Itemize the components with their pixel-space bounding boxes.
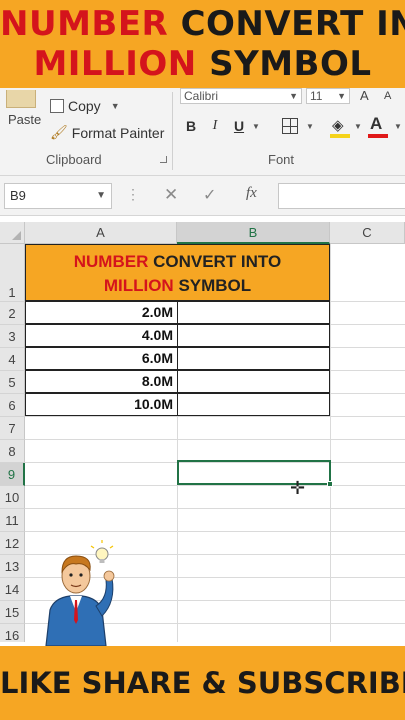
row-header-2[interactable]: 2	[0, 302, 25, 325]
row-header-14[interactable]: 14	[0, 578, 25, 601]
font-name-value: Calibri	[184, 89, 219, 103]
gridline	[25, 531, 405, 532]
cell-b5[interactable]	[177, 370, 330, 393]
cell-a3[interactable]: 4.0M	[25, 324, 178, 347]
row-header-13[interactable]: 13	[0, 555, 25, 578]
fill-handle[interactable]	[327, 481, 333, 487]
font-color-icon[interactable]: A	[370, 114, 382, 134]
insert-function-button[interactable]: fx	[246, 185, 257, 202]
fill-color-swatch	[330, 134, 350, 138]
row-header-4[interactable]: 4	[0, 348, 25, 371]
title-symbol: SYMBOL	[209, 44, 372, 84]
italic-button[interactable]: I	[206, 118, 224, 134]
chevron-down-icon[interactable]: ▼	[96, 184, 106, 208]
cell-b6[interactable]	[177, 393, 330, 416]
title-line-2: MILLION SYMBOL	[0, 44, 405, 84]
more-icon[interactable]: ⋮	[126, 186, 140, 203]
selected-cell-b9[interactable]	[177, 460, 331, 485]
clipboard-group-label: Clipboard	[46, 152, 102, 167]
row-header-5[interactable]: 5	[0, 371, 25, 394]
cell-b4[interactable]	[177, 347, 330, 370]
chevron-down-icon[interactable]: ▼	[306, 122, 314, 131]
header-symbol: SYMBOL	[178, 276, 252, 295]
chevron-down-icon[interactable]: ▼	[394, 122, 402, 131]
cancel-icon[interactable]: ✕	[164, 185, 178, 205]
title-convert-in: CONVERT IN	[180, 4, 405, 44]
cell-a4[interactable]: 6.0M	[25, 347, 178, 370]
select-all-button[interactable]	[0, 222, 25, 244]
name-box-value: B9	[10, 188, 26, 203]
header-convert-into: CONVERT INTO	[153, 252, 282, 271]
formula-bar: B9 ▼ ⋮ ✕ ✓ fx	[0, 176, 405, 216]
row-header-1[interactable]: 1	[0, 244, 25, 302]
name-box[interactable]: B9 ▼	[4, 183, 112, 209]
row-header-3[interactable]: 3	[0, 325, 25, 348]
fill-color-icon[interactable]: ◈	[332, 116, 344, 134]
header-line-1: NUMBER CONVERT INTO	[26, 250, 329, 274]
paste-icon[interactable]	[6, 90, 36, 108]
cell-b3[interactable]	[177, 324, 330, 347]
formula-input[interactable]	[278, 183, 405, 209]
ribbon-divider	[172, 92, 173, 170]
gridline	[25, 416, 405, 417]
cell-a6[interactable]: 10.0M	[25, 393, 178, 416]
subscribe-text: LIKE SHARE & SUBSCRIBE	[0, 666, 405, 700]
chevron-down-icon[interactable]: ▼	[252, 122, 260, 131]
header-line-2: MILLION SYMBOL	[26, 274, 329, 298]
row-header-7[interactable]: 7	[0, 417, 25, 440]
title-banner: NUMBER CONVERT IN MILLION SYMBOL	[0, 0, 405, 88]
title-line-1: NUMBER CONVERT IN	[0, 4, 405, 44]
font-name-select[interactable]: Calibri ▼	[180, 88, 302, 104]
gridline	[330, 244, 331, 642]
row-header-12[interactable]: 12	[0, 532, 25, 555]
paste-button[interactable]: Paste	[8, 112, 41, 127]
column-header-c[interactable]: C	[330, 222, 405, 244]
column-header-b[interactable]: B	[177, 222, 330, 244]
font-size-select[interactable]: 11 ▼	[306, 88, 350, 104]
cell-cursor-icon: ✛	[290, 478, 306, 498]
column-header-a[interactable]: A	[25, 222, 177, 244]
font-group-label: Font	[268, 152, 295, 167]
title-number: NUMBER	[0, 4, 169, 44]
row-header-8[interactable]: 8	[0, 440, 25, 463]
row-header-16[interactable]: 16	[0, 624, 25, 642]
gridline	[25, 439, 405, 440]
gridline	[25, 485, 405, 486]
row-header-15[interactable]: 15	[0, 601, 25, 624]
borders-icon[interactable]	[282, 118, 298, 134]
cell-b2[interactable]	[177, 301, 330, 324]
cell-a2[interactable]: 2.0M	[25, 301, 178, 324]
gridline	[25, 508, 405, 509]
chevron-down-icon: ▼	[337, 91, 346, 101]
underline-button[interactable]: U	[230, 118, 248, 134]
subscribe-banner: LIKE SHARE & SUBSCRIBE	[0, 646, 405, 720]
row-header-10[interactable]: 10	[0, 486, 25, 509]
row-header-11[interactable]: 11	[0, 509, 25, 532]
chevron-down-icon: ▼	[289, 91, 298, 101]
header-number: NUMBER	[73, 252, 149, 271]
copy-button[interactable]: Copy ▼	[50, 98, 120, 114]
format-painter-button[interactable]: 🖌 Format Painter	[50, 124, 164, 141]
chevron-down-icon[interactable]: ▼	[111, 101, 120, 111]
grow-font-button[interactable]: A	[360, 88, 369, 103]
presenter-character-illustration	[45, 540, 115, 646]
format-painter-label: Format Painter	[71, 124, 165, 141]
bold-button[interactable]: B	[182, 118, 200, 134]
header-cell-a1[interactable]: NUMBER CONVERT INTO MILLION SYMBOL	[25, 244, 330, 301]
format-painter-icon: 🖌	[50, 124, 68, 140]
shrink-font-button[interactable]: A	[384, 90, 391, 102]
title-million: MILLION	[33, 44, 197, 84]
copy-icon	[50, 99, 64, 113]
chevron-down-icon[interactable]: ▼	[354, 122, 362, 131]
enter-icon[interactable]: ✓	[203, 185, 216, 205]
font-color-swatch	[368, 134, 388, 138]
row-header-9[interactable]: 9	[0, 463, 25, 486]
clipboard-launcher-icon[interactable]	[160, 156, 167, 163]
header-million: MILLION	[103, 276, 174, 295]
ribbon: Paste Copy ▼ 🖌 Format Painter Clipboard …	[0, 88, 405, 176]
cell-a5[interactable]: 8.0M	[25, 370, 178, 393]
font-size-value: 11	[310, 89, 323, 103]
copy-label: Copy	[68, 98, 101, 114]
row-header-6[interactable]: 6	[0, 394, 25, 417]
